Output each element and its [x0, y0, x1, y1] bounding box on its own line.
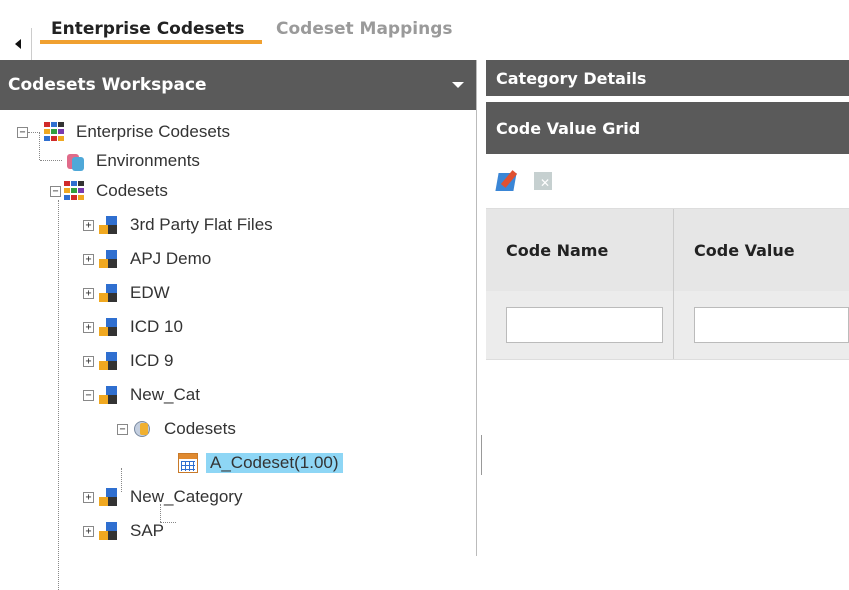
- collapse-toggle[interactable]: −: [117, 424, 128, 435]
- tree-label: Codesets: [164, 419, 236, 438]
- collapse-left-icon: [15, 39, 21, 49]
- tree-node-category-new-cat[interactable]: New_Cat: [98, 382, 204, 408]
- collapse-panel-button[interactable]: [5, 28, 32, 60]
- collapse-toggle[interactable]: −: [83, 390, 94, 401]
- collapse-toggle-codesets[interactable]: −: [50, 186, 61, 197]
- category-icon: [98, 521, 118, 541]
- tree-label: SAP: [130, 521, 165, 540]
- expand-toggle[interactable]: +: [83, 356, 94, 367]
- codeset-table-icon: [178, 453, 198, 473]
- tree-label: ICD 9: [130, 351, 174, 370]
- tree-node-category[interactable]: New_Category: [98, 484, 246, 510]
- column-header-code-name[interactable]: Code Name: [486, 209, 674, 291]
- tab-codeset-mappings[interactable]: Codeset Mappings: [276, 14, 453, 44]
- expand-toggle[interactable]: +: [83, 322, 94, 333]
- workspace-dropdown-icon[interactable]: [452, 82, 464, 88]
- tree-node-category[interactable]: 3rd Party Flat Files: [98, 212, 277, 238]
- tree-node-enterprise-codesets[interactable]: Enterprise Codesets: [44, 119, 234, 145]
- tree-label: APJ Demo: [130, 249, 212, 268]
- tab-bar: Enterprise Codesets Codeset Mappings: [0, 0, 849, 60]
- tree-label: Enterprise Codesets: [76, 122, 231, 141]
- codesets-grid-icon: [64, 181, 84, 201]
- codeset-tag-icon: [132, 419, 152, 439]
- panel-splitter-handle[interactable]: [481, 435, 483, 475]
- code-value-grid-title: Code Value Grid: [496, 118, 641, 138]
- workspace-title: Codesets Workspace: [8, 75, 207, 95]
- tree-label: New_Cat: [130, 385, 200, 404]
- tree-node-new-cat-codesets[interactable]: Codesets: [132, 416, 240, 442]
- tree-node-category[interactable]: EDW: [98, 280, 174, 306]
- database-icon: [64, 151, 84, 171]
- code-name-filter-input[interactable]: [506, 307, 663, 343]
- expand-toggle[interactable]: +: [83, 526, 94, 537]
- column-header-code-value[interactable]: Code Value: [674, 209, 849, 291]
- tree-label: ICD 10: [130, 317, 183, 336]
- category-icon: [98, 215, 118, 235]
- code-value-grid-header[interactable]: Code Value Grid: [486, 102, 849, 154]
- grid-filter-row: [486, 291, 849, 360]
- expand-toggle[interactable]: +: [83, 254, 94, 265]
- tree-label: New_Category: [130, 487, 243, 506]
- grid-header-row: Code Name Code Value: [486, 209, 849, 291]
- tree-node-category[interactable]: ICD 9: [98, 348, 177, 374]
- tree-node-category[interactable]: SAP: [98, 518, 168, 544]
- category-icon: [98, 283, 118, 303]
- category-details-title: Category Details: [496, 68, 647, 88]
- code-value-filter-input[interactable]: [694, 307, 849, 343]
- category-icon: [98, 351, 118, 371]
- tab-enterprise-codesets[interactable]: Enterprise Codesets: [40, 14, 262, 44]
- tree-node-a-codeset[interactable]: A_Codeset(1.00): [178, 450, 343, 476]
- category-icon: [98, 487, 118, 507]
- tree-node-environments[interactable]: Environments: [64, 148, 204, 174]
- details-panel: Category Details Code Value Grid ✕ Code …: [486, 60, 849, 556]
- tree-label: Codesets: [96, 181, 168, 200]
- grid-toolbar: ✕: [486, 154, 849, 209]
- expand-toggle[interactable]: +: [83, 288, 94, 299]
- filter-cell: [674, 291, 849, 359]
- enterprise-grid-icon: [44, 122, 64, 142]
- delete-icon[interactable]: ✕: [532, 170, 554, 192]
- collapse-toggle-root[interactable]: −: [17, 127, 28, 138]
- filter-cell: [486, 291, 674, 359]
- tree-node-category[interactable]: ICD 10: [98, 314, 187, 340]
- tree-node-category[interactable]: APJ Demo: [98, 246, 215, 272]
- workspace-header[interactable]: Codesets Workspace: [0, 60, 476, 110]
- category-icon: [98, 249, 118, 269]
- expand-toggle[interactable]: +: [83, 220, 94, 231]
- tree-label: Environments: [96, 151, 200, 170]
- tree-label: A_Codeset(1.00): [206, 453, 343, 473]
- tree-label: 3rd Party Flat Files: [130, 215, 273, 234]
- category-icon: [98, 385, 118, 405]
- category-icon: [98, 317, 118, 337]
- category-details-header[interactable]: Category Details: [486, 60, 849, 96]
- tree-label: EDW: [130, 283, 170, 302]
- codesets-workspace: Codesets Workspace − Enterprise Codesets…: [0, 60, 477, 590]
- edit-icon[interactable]: [495, 170, 518, 192]
- tree-node-codesets[interactable]: Codesets: [64, 178, 172, 204]
- expand-toggle[interactable]: +: [83, 492, 94, 503]
